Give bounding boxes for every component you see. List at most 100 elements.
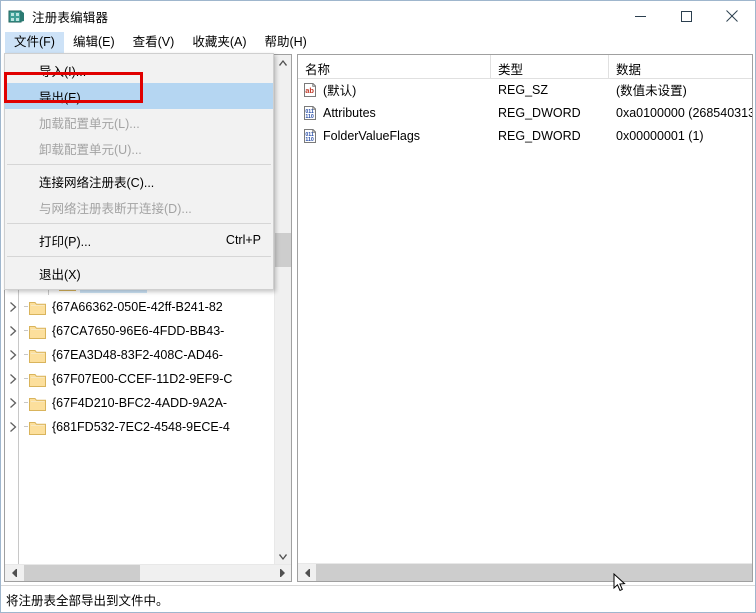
file-menu-item-label: 导出(E)... <box>39 90 92 105</box>
folder-icon <box>29 396 46 411</box>
menubar-item-favorites[interactable]: 收藏夹(A) <box>183 32 255 53</box>
tree-item-label: {67F4D210-BFC2-4ADD-9A2A- <box>52 395 228 410</box>
value-list-header: 名称 类型 数据 <box>298 55 752 79</box>
minimize-button[interactable] <box>617 1 663 31</box>
file-menu-item-label: 导入(I)... <box>39 64 87 79</box>
value-scroll-left-icon[interactable] <box>298 564 315 581</box>
minimize-icon <box>634 15 646 17</box>
file-menu-item: 加载配置单元(L)... <box>5 109 273 135</box>
value-hscroll-thumb[interactable] <box>316 564 752 581</box>
file-menu-dropdown[interactable]: 导入(I)... 导出(E)... 加载配置单元(L)... 卸载配置单元(U)...… <box>4 53 274 290</box>
value-data-cell: 0xa0100000 (268540313 <box>616 105 752 120</box>
tree-connector <box>21 367 29 391</box>
scroll-up-icon[interactable] <box>275 55 291 71</box>
scroll-down-icon[interactable] <box>275 549 291 565</box>
menubar-item-help[interactable]: 帮助(H) <box>255 32 315 53</box>
column-header-name[interactable]: 名称 <box>298 55 491 78</box>
menubar-item-file[interactable]: 文件(F) <box>5 31 64 53</box>
tree-item-label: {67F07E00-CCEF-11D2-9EF9-C <box>52 371 233 386</box>
value-type-cell: REG_DWORD <box>498 105 581 120</box>
menubar-item-view[interactable]: 查看(V) <box>124 32 184 53</box>
tree-expand-icon[interactable] <box>5 319 21 343</box>
value-data-cell: (数值未设置) <box>616 84 687 98</box>
file-menu-item-accelerator: Ctrl+P <box>225 233 261 247</box>
menu-separator <box>7 164 271 165</box>
value-name-text: (默认) <box>323 84 357 98</box>
file-menu-item-label: 连接网络注册表(C)... <box>39 175 155 190</box>
file-menu-item[interactable]: 退出(X) <box>5 260 273 286</box>
tree-row[interactable]: {67F4D210-BFC2-4ADD-9A2A- <box>5 391 276 415</box>
svg-text:110: 110 <box>305 137 313 143</box>
tree-connector <box>21 391 29 415</box>
tree-row[interactable]: {681FD532-7EC2-4548-9ECE-4 <box>5 415 276 439</box>
file-menu-item: 与网络注册表断开连接(D)... <box>5 194 273 220</box>
value-name-text: Attributes <box>323 105 376 120</box>
value-list-horizontal-scrollbar[interactable] <box>298 563 752 581</box>
registry-editor-window: 注册表编辑器 文件(F) 编辑(E) 查看(V) 收藏夹(A) 帮助(H) {6… <box>0 0 756 613</box>
tree-expand-icon[interactable] <box>5 415 21 439</box>
value-list-row[interactable]: 011 110 Attributes REG_DWORD 0xa0100000 (268… <box>298 101 752 124</box>
folder-icon <box>29 420 46 435</box>
menu-bar: 文件(F) 编辑(E) 查看(V) 收藏夹(A) 帮助(H) <box>1 31 755 53</box>
tree-row[interactable]: {67A66362-050E-42ff-B241-82 <box>5 295 276 319</box>
file-menu-item[interactable]: 导入(I)... <box>5 57 273 83</box>
value-list-rows: ab (默认) REG_SZ (数值未设置) 011 110 Attributes REG_D… <box>298 78 752 563</box>
tree-expand-icon[interactable] <box>5 367 21 391</box>
tree-connector <box>21 343 29 367</box>
tree-row[interactable]: {67EA3D48-83F2-408C-AD46- <box>5 343 276 367</box>
close-icon <box>726 10 738 22</box>
window-controls <box>617 1 755 31</box>
tree-hscroll-thumb[interactable] <box>24 565 140 581</box>
menu-separator <box>7 256 271 257</box>
value-type-cell: REG_DWORD <box>498 128 581 143</box>
file-menu-item-label: 加载配置单元(L)... <box>39 116 140 131</box>
scroll-right-icon[interactable] <box>274 565 291 581</box>
svg-text:110: 110 <box>305 114 313 120</box>
value-data-cell: 0x00000001 (1) <box>616 128 704 143</box>
dword-value-icon: 011 110 <box>302 105 318 121</box>
registry-value-panel[interactable]: 名称 类型 数据 ab (默认) REG_SZ (数值未设置) 011 110 Attrib… <box>297 54 753 582</box>
value-list-row[interactable]: ab (默认) REG_SZ (数值未设置) <box>298 78 752 101</box>
file-menu-item[interactable]: 导出(E)... <box>5 83 273 109</box>
maximize-icon <box>680 10 692 22</box>
file-menu-item-label: 与网络注册表断开连接(D)... <box>39 201 192 216</box>
file-menu-item[interactable]: 打印(P)... Ctrl+P <box>5 227 273 253</box>
maximize-button[interactable] <box>663 1 709 31</box>
dword-value-icon: 011 110 <box>302 128 318 144</box>
tree-row[interactable]: {67CA7650-96E6-4FDD-BB43- <box>5 319 276 343</box>
value-type-cell: REG_SZ <box>498 82 549 97</box>
registry-editor-icon <box>8 8 25 25</box>
close-button[interactable] <box>709 1 755 31</box>
tree-expand-icon[interactable] <box>5 391 21 415</box>
title-bar: 注册表编辑器 <box>1 1 755 31</box>
tree-connector <box>21 295 29 319</box>
file-menu-item-label: 打印(P)... <box>39 234 92 249</box>
value-name-cell: 011 110 Attributes <box>298 105 491 121</box>
tree-row[interactable]: {67F07E00-CCEF-11D2-9EF9-C <box>5 367 276 391</box>
value-name-text: FolderValueFlags <box>323 128 421 143</box>
value-name-cell: ab (默认) <box>298 80 491 99</box>
tree-expand-icon[interactable] <box>5 295 21 319</box>
tree-horizontal-scrollbar[interactable] <box>5 564 291 581</box>
tree-connector <box>21 319 29 343</box>
value-list-row[interactable]: 011 110 FolderValueFlags REG_DWORD 0x0000000… <box>298 124 752 147</box>
scroll-left-icon[interactable] <box>5 565 22 581</box>
column-header-data[interactable]: 数据 <box>609 55 752 78</box>
status-bar: 将注册表全部导出到文件中。 <box>1 585 755 612</box>
folder-icon <box>29 372 46 387</box>
svg-text:ab: ab <box>305 86 314 95</box>
file-menu-item-label: 退出(X) <box>39 267 81 282</box>
value-name-cell: 011 110 FolderValueFlags <box>298 128 491 144</box>
menubar-item-edit[interactable]: 编辑(E) <box>64 32 124 53</box>
tree-item-label: {67A66362-050E-42ff-B241-82 <box>52 299 223 314</box>
status-bar-text: 将注册表全部导出到文件中。 <box>6 593 169 608</box>
tree-item-label: {67CA7650-96E6-4FDD-BB43- <box>52 323 225 338</box>
window-title: 注册表编辑器 <box>32 10 109 25</box>
folder-icon <box>29 324 46 339</box>
menu-separator <box>7 223 271 224</box>
tree-vertical-scrollbar[interactable] <box>274 55 291 565</box>
tree-expand-icon[interactable] <box>5 343 21 367</box>
column-header-type[interactable]: 类型 <box>491 55 609 78</box>
tree-scroll-thumb[interactable] <box>275 233 291 267</box>
file-menu-item[interactable]: 连接网络注册表(C)... <box>5 168 273 194</box>
